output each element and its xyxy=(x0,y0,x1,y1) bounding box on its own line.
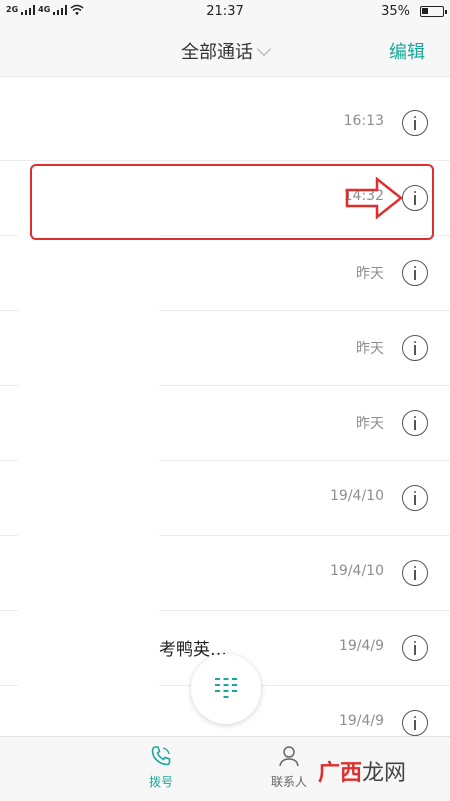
dialpad-icon xyxy=(215,678,237,698)
tab-contacts-label: 联系人 xyxy=(270,775,307,789)
battery-percent: 35% xyxy=(381,4,410,19)
call-time: 昨天 xyxy=(356,416,384,432)
info-icon[interactable] xyxy=(402,410,428,436)
watermark-logo: 广西 xyxy=(318,761,363,786)
chevron-down-icon xyxy=(256,41,272,57)
call-time: 16:13 xyxy=(343,113,384,129)
watermark-text: 龙网 xyxy=(362,761,407,786)
tab-dial[interactable]: 拨号 xyxy=(121,745,201,790)
redaction-mask xyxy=(18,97,100,153)
info-icon[interactable] xyxy=(402,110,428,136)
call-time: 昨天 xyxy=(356,266,384,282)
person-icon xyxy=(279,746,299,767)
call-filter-dropdown[interactable]: 全部通话 xyxy=(0,38,450,64)
info-icon[interactable] xyxy=(402,485,428,511)
info-icon[interactable] xyxy=(402,635,428,661)
pointer-arrow-icon xyxy=(345,177,404,219)
tab-dial-label: 拨号 xyxy=(148,775,173,789)
call-time: 19/4/9 xyxy=(338,638,384,654)
call-time: 19/4/9 xyxy=(338,713,384,729)
call-time: 19/4/10 xyxy=(330,488,384,504)
dialpad-button[interactable] xyxy=(191,654,261,724)
call-time: 昨天 xyxy=(356,341,384,357)
edit-button[interactable]: 编辑 xyxy=(389,38,425,64)
tab-contacts[interactable]: 联系人 xyxy=(249,745,329,790)
watermark: 广西龙网 xyxy=(318,755,406,787)
redaction-mask xyxy=(18,178,159,743)
info-icon[interactable] xyxy=(402,260,428,286)
app-header: 全部通话 编辑 xyxy=(0,24,450,77)
info-icon[interactable] xyxy=(402,335,428,361)
info-icon[interactable] xyxy=(402,710,428,736)
phone-icon xyxy=(151,746,171,766)
call-time: 19/4/10 xyxy=(330,563,384,579)
status-bar: 2G 4G 21:37 35% xyxy=(0,0,450,24)
page-title: 全部通话 xyxy=(181,42,253,63)
battery-icon xyxy=(420,6,447,17)
info-icon[interactable] xyxy=(402,560,428,586)
